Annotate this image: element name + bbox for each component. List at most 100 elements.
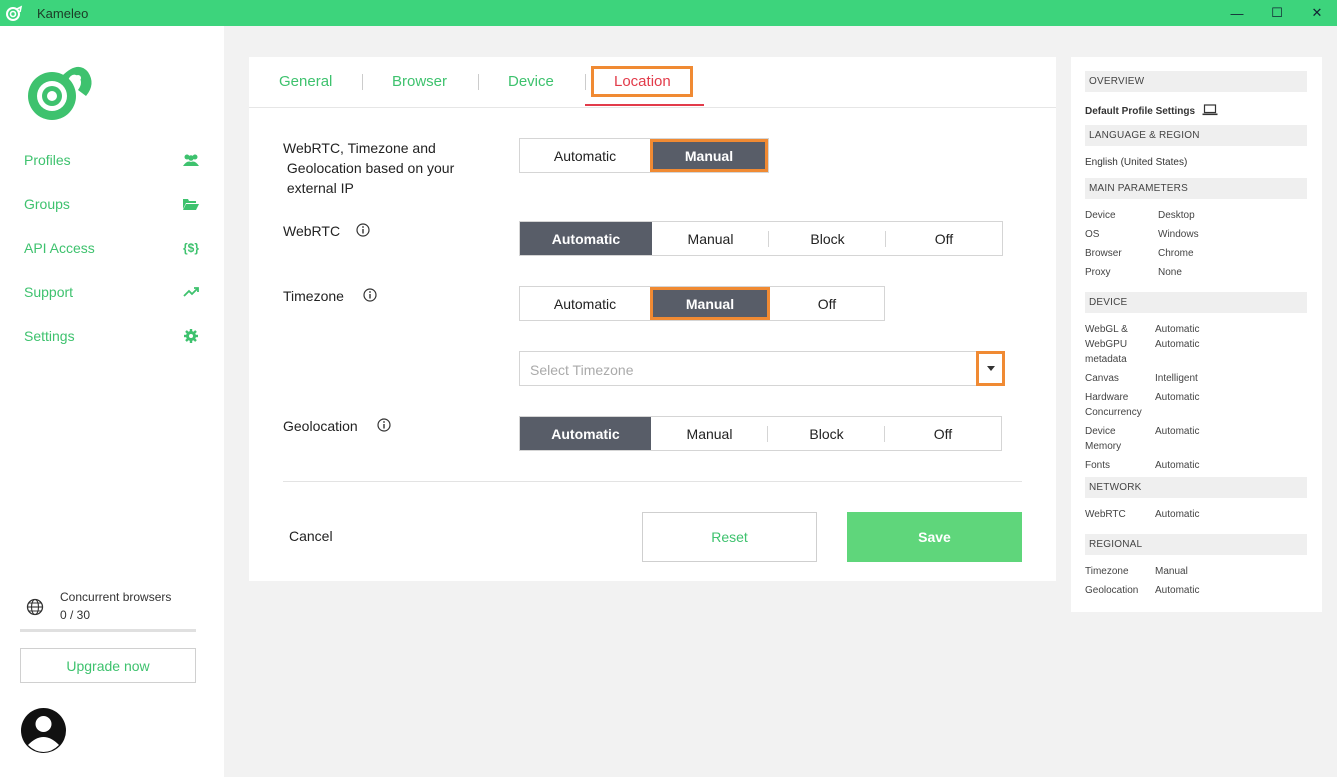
- tab-location[interactable]: Location: [591, 66, 693, 97]
- upgrade-now-button[interactable]: Upgrade now: [20, 648, 196, 683]
- laptop-icon: [1202, 104, 1218, 116]
- param-value: Intelligent: [1155, 373, 1198, 384]
- tab-device[interactable]: Device: [508, 73, 554, 90]
- param-key: WebGPU: [1085, 339, 1128, 350]
- param-key: metadata: [1085, 354, 1127, 365]
- param-value: Automatic: [1155, 460, 1200, 471]
- cancel-button[interactable]: Cancel: [289, 528, 333, 544]
- save-button[interactable]: Save: [847, 512, 1022, 562]
- webrtc-manual-label: Manual: [687, 230, 734, 247]
- sidebar-item-label: API Access: [24, 240, 95, 256]
- active-tab-underline: [585, 104, 704, 106]
- webrtc-mode-toggle: Automatic Manual Block Off: [519, 221, 1003, 256]
- param-value: Automatic: [1155, 426, 1200, 437]
- timezone-dropdown-button[interactable]: [976, 351, 1005, 386]
- geolocation-manual-option[interactable]: Manual: [651, 417, 768, 450]
- sidebar-item-groups[interactable]: Groups: [24, 192, 200, 216]
- close-button[interactable]: ✕: [1297, 0, 1337, 26]
- param-key: Device: [1085, 210, 1116, 221]
- tab-general[interactable]: General: [279, 73, 332, 90]
- reset-button[interactable]: Reset: [642, 512, 817, 562]
- param-value: Automatic: [1155, 509, 1200, 520]
- tab-separator: [362, 74, 363, 90]
- title-bar: Kameleo — ☐ ✕: [0, 0, 1337, 26]
- param-value: Automatic: [1155, 324, 1200, 335]
- param-value: None: [1158, 267, 1182, 278]
- param-key: Concurrency: [1085, 407, 1142, 418]
- param-key: Canvas: [1085, 373, 1119, 384]
- sidebar-item-label: Support: [24, 284, 74, 300]
- geolocation-automatic-option[interactable]: Automatic: [520, 417, 651, 450]
- location-settings-card: General Browser Device Location WebRTC, …: [249, 57, 1056, 581]
- tab-separator: [478, 74, 479, 90]
- sidebar: Profiles Groups API Access {$} Support S…: [0, 26, 224, 777]
- timezone-mode-toggle: Automatic Manual Off: [519, 286, 885, 321]
- geolocation-label: Geolocation: [283, 418, 358, 434]
- tab-separator: [585, 74, 586, 90]
- timezone-info-icon[interactable]: [363, 288, 377, 302]
- geolocation-block-label: Block: [809, 425, 844, 442]
- overview-heading: OVERVIEW: [1085, 71, 1307, 92]
- maximize-button[interactable]: ☐: [1257, 0, 1297, 26]
- timezone-manual-option[interactable]: Manual: [650, 287, 770, 320]
- concurrent-count: 0 / 30: [60, 608, 91, 622]
- param-value: Automatic: [1155, 392, 1200, 403]
- regional-heading: REGIONAL: [1085, 534, 1307, 555]
- trend-up-icon: [182, 284, 200, 300]
- window-title: Kameleo: [37, 5, 89, 21]
- concurrent-title: Concurrent browsers: [60, 590, 172, 604]
- param-key: Browser: [1085, 248, 1122, 259]
- sidebar-item-api-access[interactable]: API Access {$}: [24, 236, 200, 260]
- ip-based-label-line: external IP: [283, 180, 354, 196]
- timezone-select-placeholder: Select Timezone: [530, 362, 634, 378]
- globe-icon: [26, 598, 44, 616]
- kameleo-logo: [28, 66, 92, 120]
- param-value: Windows: [1158, 229, 1199, 240]
- language-region-heading: LANGUAGE & REGION: [1085, 125, 1307, 146]
- param-value: Desktop: [1158, 210, 1195, 221]
- sidebar-item-settings[interactable]: Settings: [24, 324, 200, 348]
- chevron-down-icon: [986, 366, 995, 371]
- network-heading: NETWORK: [1085, 477, 1307, 498]
- webrtc-info-icon[interactable]: [356, 223, 370, 237]
- param-key: Proxy: [1085, 267, 1111, 278]
- ip-based-label-line: Geolocation based on your: [283, 160, 455, 176]
- ip-mode-toggle: Automatic Manual: [519, 138, 769, 173]
- webrtc-manual-option[interactable]: Manual: [652, 222, 769, 255]
- language-value: English (United States): [1085, 157, 1188, 168]
- webrtc-automatic-option[interactable]: Automatic: [520, 222, 652, 255]
- timezone-label: Timezone: [283, 288, 344, 304]
- param-value: Automatic: [1155, 339, 1200, 350]
- form-divider: [283, 481, 1022, 482]
- geolocation-mode-toggle: Automatic Manual Block Off: [519, 416, 1002, 451]
- param-key: Device: [1085, 426, 1116, 437]
- minimize-button[interactable]: —: [1217, 0, 1257, 26]
- ip-mode-manual-option[interactable]: Manual: [650, 139, 768, 172]
- user-avatar[interactable]: [20, 707, 67, 754]
- param-key: Memory: [1085, 441, 1122, 452]
- sidebar-item-support[interactable]: Support: [24, 280, 200, 304]
- timezone-off-option[interactable]: Off: [770, 287, 884, 320]
- webrtc-block-option[interactable]: Block: [769, 222, 886, 255]
- gear-icon: [182, 328, 200, 344]
- sidebar-item-profiles[interactable]: Profiles: [24, 148, 200, 172]
- param-key: WebRTC: [1085, 509, 1126, 520]
- kameleo-app-icon: [6, 5, 23, 21]
- tab-browser[interactable]: Browser: [392, 73, 447, 90]
- code-braces-icon: {$}: [182, 241, 199, 255]
- overview-panel: OVERVIEW Default Profile Settings LANGUA…: [1071, 57, 1322, 612]
- sidebar-item-label: Groups: [24, 196, 70, 212]
- webrtc-label: WebRTC: [283, 223, 341, 239]
- geolocation-manual-label: Manual: [686, 425, 733, 442]
- ip-mode-automatic-option[interactable]: Automatic: [520, 139, 650, 172]
- param-key: Geolocation: [1085, 585, 1139, 596]
- ip-based-label: WebRTC, Timezone and Geolocation based o…: [283, 138, 454, 198]
- geolocation-block-option[interactable]: Block: [768, 417, 885, 450]
- geolocation-off-option[interactable]: Off: [885, 417, 1001, 450]
- geolocation-info-icon[interactable]: [377, 418, 391, 432]
- device-heading: DEVICE: [1085, 292, 1307, 313]
- timezone-automatic-option[interactable]: Automatic: [520, 287, 650, 320]
- sidebar-item-label: Settings: [24, 328, 75, 344]
- timezone-select[interactable]: Select Timezone: [519, 351, 1005, 386]
- webrtc-off-option[interactable]: Off: [886, 222, 1002, 255]
